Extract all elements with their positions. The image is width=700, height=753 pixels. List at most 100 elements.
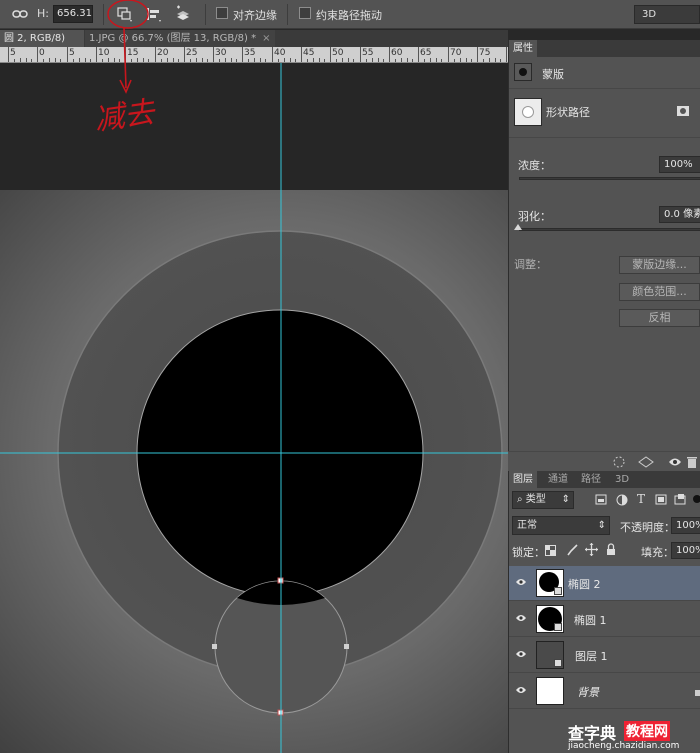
- annotation-text: 减去: [92, 95, 158, 138]
- ruler-tick: [324, 59, 325, 62]
- layer-filter-dropdown[interactable]: ⌕ 类型 ⇕: [512, 491, 574, 509]
- ruler-label: 45: [303, 48, 315, 58]
- close-icon[interactable]: ×: [262, 33, 270, 44]
- properties-panel: 属性 蒙版 形状路径 浓度： 100% 羽化： 0.0 像素 调整：: [508, 40, 700, 470]
- anchor-point[interactable]: [212, 644, 217, 649]
- filter-type-icon[interactable]: T: [637, 492, 645, 506]
- feather-slider-knob[interactable]: [514, 224, 522, 230]
- constrain-path-label: 约束路径拖动: [316, 9, 382, 22]
- add-mask-icon[interactable]: [676, 104, 692, 118]
- lock-brush-icon[interactable]: [566, 544, 578, 556]
- ruler-tick: [207, 59, 208, 62]
- ruler-tick: [225, 58, 226, 62]
- layer-row-layer-1[interactable]: 图层 1: [509, 638, 700, 673]
- layer-name[interactable]: 背景: [577, 684, 599, 700]
- ruler-tick: [483, 59, 484, 62]
- shape-path-thumbnail: [514, 98, 542, 126]
- layer-thumbnail: [536, 605, 564, 633]
- ruler-tick: [213, 47, 214, 62]
- ruler-tick: [418, 47, 419, 62]
- workspace-dropdown[interactable]: 3D: [634, 5, 700, 24]
- lock-label: 锁定：: [512, 546, 545, 559]
- shape-path-row[interactable]: 形状路径: [509, 90, 700, 138]
- eye-icon[interactable]: [668, 456, 682, 468]
- eye-icon[interactable]: [515, 649, 527, 659]
- fill-label: 填充：: [641, 546, 674, 559]
- ruler-tick: [471, 59, 472, 62]
- layer-row-background[interactable]: 背景: [509, 674, 700, 709]
- workspace-value: 3D: [642, 9, 657, 20]
- layer-name[interactable]: 椭圆 2: [568, 576, 601, 592]
- eye-icon[interactable]: [515, 577, 527, 587]
- tab-layers[interactable]: 图层: [509, 471, 537, 488]
- opacity-field[interactable]: 100%: [671, 517, 700, 534]
- ruler-tick: [401, 58, 402, 62]
- apply-mask-icon[interactable]: [638, 456, 654, 468]
- filter-adjustment-icon[interactable]: [616, 494, 628, 506]
- ruler-tick: [265, 59, 266, 62]
- layer-name[interactable]: 图层 1: [575, 648, 608, 664]
- filter-shape-icon[interactable]: [655, 494, 667, 505]
- layer-thumbnail: [536, 641, 564, 669]
- ruler-tick: [342, 58, 343, 62]
- ruler-tick: [330, 47, 331, 62]
- document-canvas[interactable]: [0, 63, 508, 753]
- properties-tab[interactable]: 属性: [509, 40, 537, 57]
- ruler-label: 55: [362, 48, 374, 58]
- filter-toggle-icon[interactable]: [693, 495, 700, 503]
- eye-icon[interactable]: [515, 613, 527, 623]
- mask-edge-button[interactable]: 蒙版边缘...: [619, 256, 700, 274]
- ruler-tick: [202, 58, 203, 62]
- layer-thumbnail: [536, 569, 564, 597]
- align-edges-checkbox[interactable]: [216, 7, 228, 19]
- blend-mode-dropdown[interactable]: 正常 ⇕: [512, 516, 610, 535]
- ruler-label: 40: [274, 48, 286, 58]
- ruler-tick: [477, 47, 478, 62]
- ruler-tick: [301, 47, 302, 62]
- trash-icon[interactable]: [686, 455, 698, 469]
- ruler-tick: [412, 59, 413, 62]
- layer-row-ellipse-1[interactable]: 椭圆 1: [509, 602, 700, 637]
- fill-field[interactable]: 100%: [671, 542, 700, 559]
- tab-paths[interactable]: 路径: [577, 471, 605, 488]
- lock-move-icon[interactable]: [585, 543, 598, 556]
- filter-pixel-icon[interactable]: [595, 494, 607, 505]
- lock-all-icon[interactable]: [606, 543, 616, 556]
- properties-tab-bar: 属性: [509, 40, 700, 57]
- ruler-tick: [254, 58, 255, 62]
- ruler-tick: [424, 59, 425, 62]
- adjust-label: 调整：: [514, 258, 547, 271]
- invert-button[interactable]: 反相: [619, 309, 700, 327]
- ruler-tick: [430, 58, 431, 62]
- watermark-subtitle: 教程网: [624, 721, 670, 741]
- color-range-button[interactable]: 颜色范围...: [619, 283, 700, 301]
- ruler-tick: [348, 58, 349, 62]
- filter-kind-value: 类型: [525, 494, 546, 505]
- filter-smartobject-icon[interactable]: [674, 493, 686, 505]
- ruler-tick: [454, 59, 455, 62]
- tab-channels[interactable]: 通道: [544, 471, 572, 488]
- anchor-point[interactable]: [344, 644, 349, 649]
- density-slider[interactable]: [519, 177, 700, 180]
- mask-icon: [514, 63, 532, 81]
- feather-field[interactable]: 0.0 像素: [659, 206, 700, 223]
- constrain-path-checkbox[interactable]: [299, 7, 311, 19]
- annotation-arrow: [123, 27, 127, 89]
- density-field[interactable]: 100%: [659, 156, 700, 173]
- load-selection-icon[interactable]: [612, 456, 626, 468]
- layer-row-ellipse-2[interactable]: 椭圆 2: [509, 566, 700, 601]
- eye-icon[interactable]: [515, 685, 527, 695]
- mask-row[interactable]: 蒙版: [509, 57, 700, 89]
- canvas-artwork: [0, 63, 508, 753]
- ruler-tick: [336, 59, 337, 62]
- ruler-tick: [395, 59, 396, 62]
- blend-mode-value: 正常: [517, 520, 537, 531]
- tab-3d[interactable]: 3D: [611, 471, 633, 488]
- ruler-tick: [466, 58, 467, 62]
- layer-name[interactable]: 椭圆 1: [574, 612, 607, 628]
- search-icon: ⌕: [517, 494, 523, 505]
- feather-slider[interactable]: [519, 228, 700, 231]
- lock-transparent-icon[interactable]: [545, 545, 556, 556]
- annotation-circle: [107, 0, 149, 29]
- layer-thumbnail: [536, 677, 564, 705]
